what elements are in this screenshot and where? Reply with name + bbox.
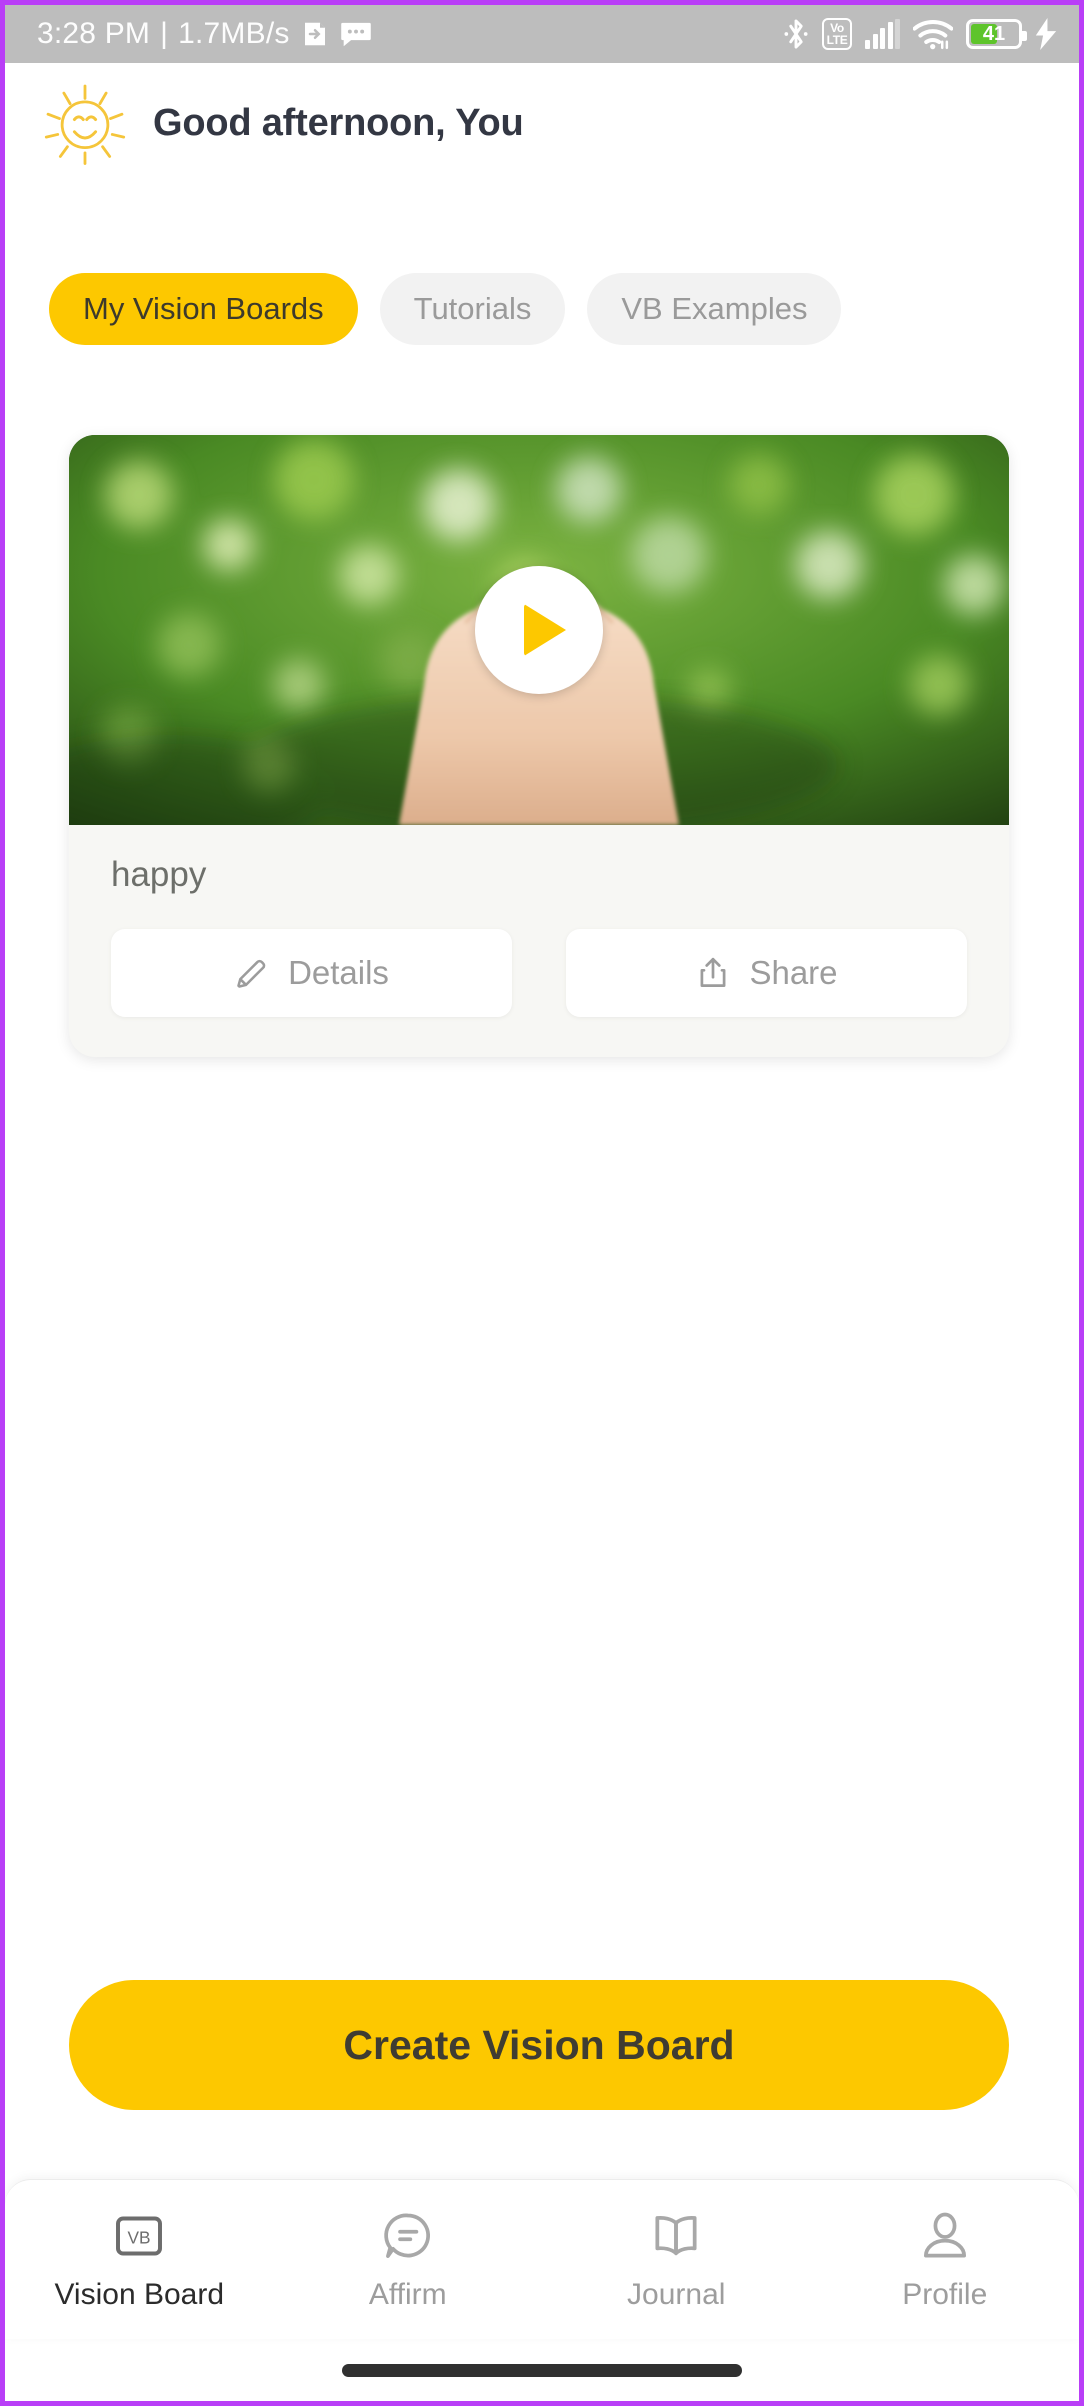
open-book-icon (655, 2215, 697, 2255)
speech-bubble-icon (384, 2213, 430, 2258)
nav-label: Vision Board (54, 2277, 225, 2311)
status-time: 3:28 PM (37, 17, 151, 50)
card-title: happy (111, 855, 207, 894)
wifi-icon (913, 20, 953, 50)
message-icon (340, 22, 371, 47)
card-body: happy Details Share (69, 825, 1009, 1057)
create-vision-board-label: Create Vision Board (343, 2021, 735, 2068)
person-icon (923, 2212, 966, 2257)
tab-bar: My Vision Boards Tutorials VB Examples (5, 273, 1079, 345)
status-bar: 3:28 PM | 1.7MB/s Vo LTE 41 (5, 5, 1079, 63)
bottom-navigation-bar: VB Vision Board Affirm Journal Profile (5, 2179, 1079, 2339)
status-network-speed: 1.7MB/s (178, 17, 290, 50)
share-button-label: Share (749, 954, 838, 991)
tab-tutorials[interactable]: Tutorials (379, 273, 566, 345)
vision-board-card[interactable]: happy Details Share (69, 435, 1009, 1057)
tab-label: VB Examples (621, 291, 808, 326)
screen-cast-icon (304, 22, 325, 46)
home-indicator[interactable] (342, 2364, 742, 2377)
volte-bottom-text: LTE (826, 33, 848, 47)
volte-icon: Vo LTE (822, 18, 852, 50)
details-button-label: Details (288, 954, 389, 991)
nav-item-affirm[interactable]: Affirm (274, 2180, 543, 2339)
nav-label: Affirm (368, 2277, 447, 2311)
card-action-row: Details Share (111, 929, 967, 1017)
card-media-thumbnail[interactable] (69, 435, 1009, 825)
vb-box-icon: VB (116, 2216, 163, 2255)
tab-vb-examples[interactable]: VB Examples (587, 273, 842, 345)
svg-text:VB: VB (128, 2227, 151, 2247)
share-icon (701, 957, 726, 987)
play-icon (524, 604, 566, 656)
nav-item-journal[interactable]: Journal (542, 2180, 811, 2339)
create-vision-board-button[interactable]: Create Vision Board (69, 1980, 1009, 2110)
status-separator: | (160, 17, 169, 50)
nav-label: Profile (902, 2277, 988, 2311)
tab-my-vision-boards[interactable]: My Vision Boards (49, 273, 358, 345)
nav-item-vision-board[interactable]: VB Vision Board (5, 2180, 274, 2339)
phone-screen: 3:28 PM | 1.7MB/s Vo LTE 41 Good afterno… (0, 0, 1084, 2406)
greeting-text: Good afternoon, You (153, 101, 524, 144)
share-button[interactable]: Share (566, 929, 967, 1017)
greeting-header: Good afternoon, You (5, 63, 1079, 183)
nav-item-profile[interactable]: Profile (811, 2180, 1080, 2339)
details-button[interactable]: Details (111, 929, 512, 1017)
nav-label: Journal (627, 2277, 726, 2311)
battery-percent-label: 41 (982, 22, 1006, 45)
sun-smiling-icon (44, 84, 126, 165)
status-bar-right: Vo LTE 41 (783, 17, 1057, 51)
battery-icon: 41 (966, 19, 1027, 49)
status-bar-left: 3:28 PM | 1.7MB/s (37, 17, 783, 51)
charging-bolt-icon (1035, 18, 1057, 50)
cellular-signal-icon (865, 19, 900, 49)
play-button[interactable] (475, 566, 603, 694)
bluetooth-icon (784, 19, 808, 49)
pencil-icon (237, 959, 266, 988)
tab-label: Tutorials (413, 291, 532, 326)
tab-label: My Vision Boards (83, 291, 324, 326)
